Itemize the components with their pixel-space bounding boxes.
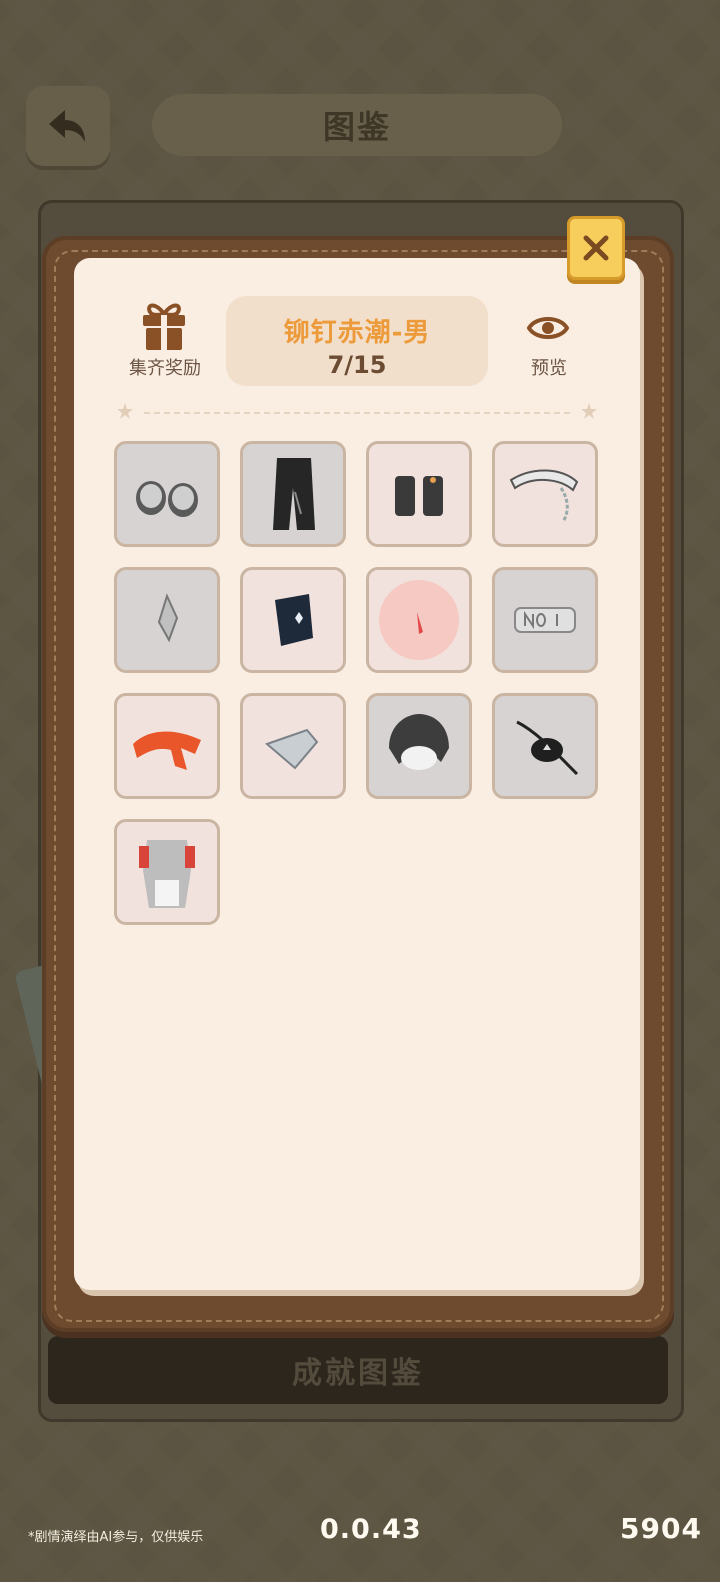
divider	[116, 402, 598, 422]
gift-icon[interactable]	[140, 300, 188, 352]
no1-sticker-icon	[514, 607, 576, 633]
disclaimer-text: *剧情演绎由AI参与，仅供娱乐	[28, 1530, 204, 1545]
item-slot[interactable]	[114, 693, 220, 799]
eyepatch-icon	[516, 720, 579, 776]
star-icon	[117, 403, 133, 419]
close-button[interactable]	[567, 216, 625, 280]
gloves-icon	[395, 476, 443, 516]
nail-icon	[379, 580, 459, 660]
shoes-icon	[136, 481, 198, 517]
star-icon	[581, 403, 597, 419]
item-slot[interactable]	[492, 441, 598, 547]
set-progress: 7/15	[327, 351, 387, 379]
version-text: 0.0.43	[320, 1514, 422, 1545]
preview-label[interactable]: 预览	[514, 354, 584, 380]
item-slot[interactable]	[114, 567, 220, 673]
pants-icon	[273, 458, 315, 530]
item-slot[interactable]	[240, 567, 346, 673]
reward-label[interactable]: 集齐奖励	[120, 354, 210, 380]
hair-icon	[389, 714, 449, 770]
belt-chain-icon	[509, 469, 579, 523]
wristband-icon	[275, 594, 313, 646]
item-slot[interactable]	[366, 693, 472, 799]
earring-icon	[157, 593, 179, 643]
item-slot[interactable]	[114, 819, 220, 925]
scarf-icon	[133, 731, 201, 770]
set-name: 铆钉赤潮-男	[283, 318, 431, 348]
item-slot[interactable]	[366, 441, 472, 547]
item-slot[interactable]	[114, 441, 220, 547]
close-icon	[583, 235, 609, 261]
item-slot[interactable]	[492, 567, 598, 673]
set-title-box: 铆钉赤潮-男 7/15	[226, 296, 488, 386]
outfit-icon	[139, 840, 195, 908]
item-slot[interactable]	[240, 693, 346, 799]
item-slot[interactable]	[492, 693, 598, 799]
eye-icon[interactable]	[526, 310, 570, 346]
bandana-icon	[265, 728, 319, 770]
item-slot[interactable]	[240, 441, 346, 547]
item-slot[interactable]	[366, 567, 472, 673]
id-number: 5904	[620, 1512, 702, 1545]
